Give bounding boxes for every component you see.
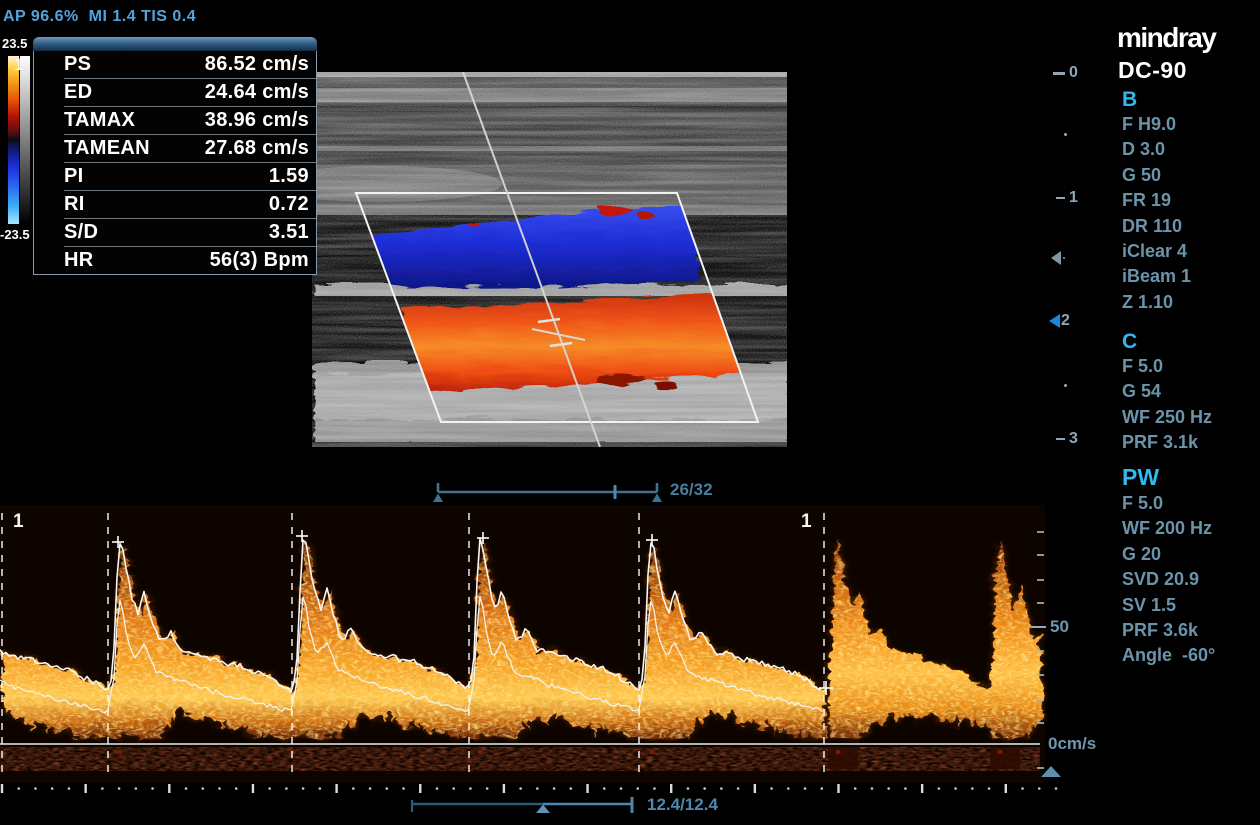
result-row: TAMEAN27.68 cm/s [64, 134, 316, 162]
cine-time-counter: 12.4/12.4 [647, 795, 718, 815]
cine-end-stop[interactable] [631, 797, 634, 813]
focus-depth-marker-icon[interactable]: 2 [1049, 312, 1070, 330]
b-mode-section-title: B [1122, 88, 1191, 112]
depth-tick-3: 3 [1056, 430, 1078, 448]
depth-tick-0: 0 [1053, 64, 1078, 82]
cycle-marker-left: 1 [13, 511, 24, 533]
current-frame-tick[interactable] [614, 485, 617, 499]
pw-mode-section-title: PW [1122, 464, 1215, 491]
cine-frame-counter: 26/32 [670, 480, 713, 500]
cine-position-marker[interactable] [536, 805, 550, 814]
result-row: HR56(3) Bpm [64, 246, 316, 274]
focus-marker-icon[interactable] [1051, 251, 1065, 265]
bmode-cine-bar[interactable]: 26/32 [430, 478, 730, 504]
depth-minor-dot [1064, 133, 1067, 136]
color-doppler-colorbar [8, 56, 19, 224]
result-row: TAMAX38.96 cm/s [64, 106, 316, 134]
result-row: PS86.52 cm/s [64, 51, 316, 78]
pw-spectral-display [0, 505, 1100, 805]
result-row: RI0.72 [64, 190, 316, 218]
measurement-results-panel: 1 PS86.52 cm/s ED24.64 cm/s TAMAX38.96 c… [33, 37, 317, 275]
result-row: ED24.64 cm/s [64, 78, 316, 106]
b-mode-params: B F H9.0 D 3.0 G 50 FR 19 DR 110 iClear … [1122, 88, 1191, 315]
grayscale-bar [20, 56, 30, 224]
model-name: DC-90 [1118, 57, 1187, 84]
velocity-axis-baseline-label: 0cm/s [1048, 734, 1096, 754]
bmode-cine-track[interactable] [430, 478, 666, 504]
b-mode-image [312, 72, 787, 447]
depth-tick-1: 1 [1056, 189, 1078, 207]
results-panel-titlebar[interactable] [33, 37, 317, 51]
result-row: S/D3.51 [64, 218, 316, 246]
mindray-logo: mindray [1117, 22, 1215, 54]
cycle-marker-right: 1 [801, 511, 812, 533]
velocity-axis-mid-label: 50 [1050, 617, 1069, 637]
pw-mode-params: PW F 5.0 WF 200 Hz G 20 SVD 20.9 SV 1.5 … [1122, 464, 1215, 669]
acoustic-output-readout: AP 96.6% MI 1.4 TIS 0.4 [3, 8, 196, 26]
spectral-cine-bar[interactable]: 12.4/12.4 [405, 795, 735, 819]
color-mode-section-title: C [1122, 330, 1212, 354]
colorbar-max-label: 23.5 [2, 36, 27, 51]
result-row: PI1.59 [64, 162, 316, 190]
spectral-cine-track[interactable] [405, 795, 641, 817]
depth-minor-dot [1064, 384, 1067, 387]
cine-start-marker[interactable] [433, 494, 443, 503]
measurement-index: 1 [14, 55, 23, 75]
colorbar-min-label: -23.5 [0, 227, 30, 242]
ultrasound-screen: AP 96.6% MI 1.4 TIS 0.4 23.5 -23.5 [0, 0, 1260, 825]
cine-end-marker[interactable] [652, 494, 662, 503]
color-mode-params: C F 5.0 G 54 WF 250 Hz PRF 3.1k [1122, 330, 1212, 456]
